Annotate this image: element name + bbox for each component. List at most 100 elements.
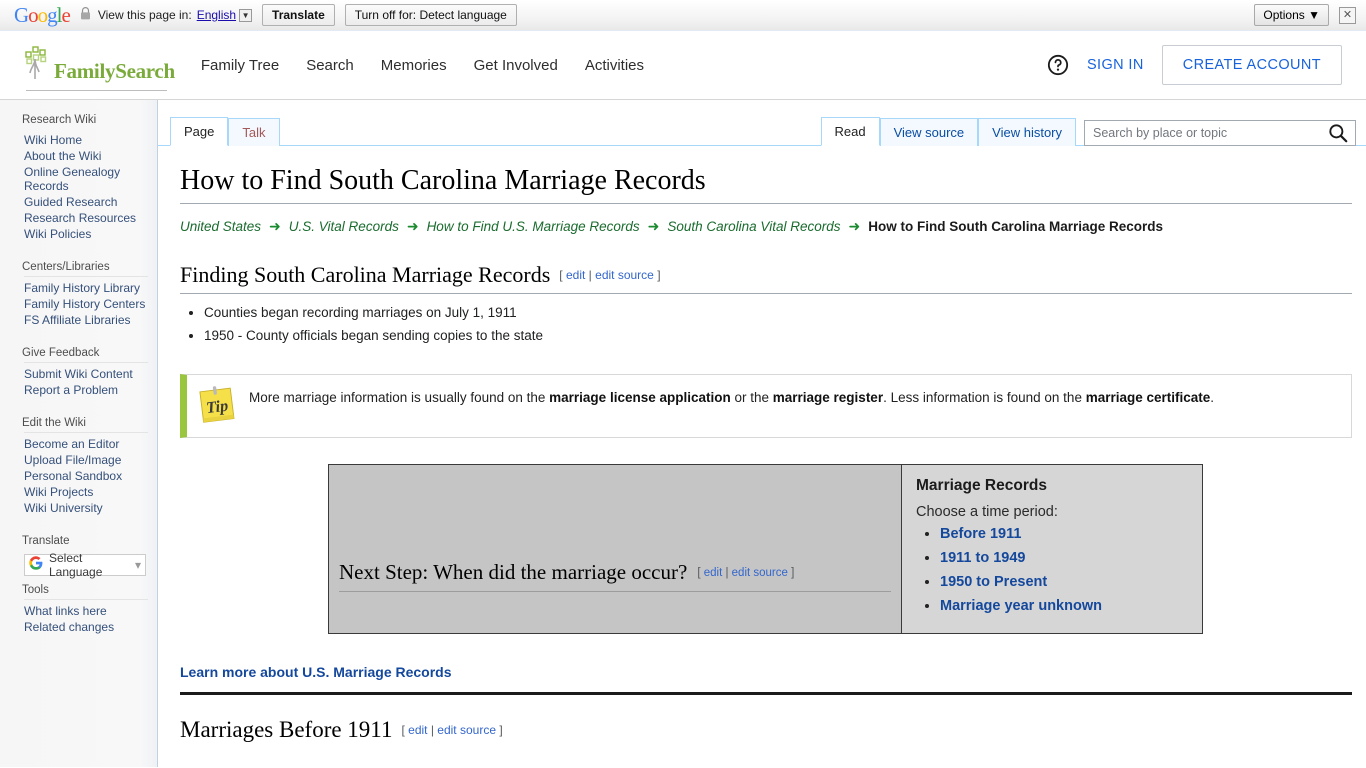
- sidebar-item-submit-wiki-content[interactable]: Submit Wiki Content: [24, 367, 148, 381]
- breadcrumb-how-to-find-us-marriage-records[interactable]: How to Find U.S. Marriage Records: [427, 219, 640, 234]
- sidebar-item-become-an-editor[interactable]: Become an Editor: [24, 437, 148, 451]
- sidebar-item-about-the-wiki[interactable]: About the Wiki: [24, 149, 148, 163]
- select-language-caret: ▾: [134, 558, 141, 572]
- sidebar-group-title: Give Feedback: [22, 347, 100, 359]
- list-item: 1911 to 1949: [940, 547, 1188, 570]
- list-item: 1950 to Present: [940, 571, 1188, 594]
- sidebar-group-tools: Tools What links here Related changes: [0, 580, 158, 646]
- sidebar-item-fs-affiliate-libraries[interactable]: FS Affiliate Libraries: [24, 313, 148, 327]
- next-step-panel: Next Step: When did the marriage occur? […: [328, 464, 901, 635]
- tip-part: . Less information is found on the: [883, 390, 1086, 406]
- sidebar-group-title: Centers/Libraries: [22, 261, 110, 273]
- edit-source-link[interactable]: edit source: [437, 723, 496, 737]
- select-language-widget[interactable]: Select Language ▾: [24, 551, 146, 579]
- sidebar-group-give-feedback: Give Feedback Submit Wiki Content Report…: [0, 343, 158, 409]
- breadcrumb-current: How to Find South Carolina Marriage Reco…: [868, 218, 1163, 234]
- search-box[interactable]: [1084, 120, 1356, 146]
- sidebar-item-related-changes[interactable]: Related changes: [24, 620, 148, 634]
- bracket-open: [: [559, 267, 563, 282]
- article-body: How to Find South Carolina Marriage Reco…: [158, 164, 1366, 749]
- search-icon[interactable]: [1327, 122, 1349, 144]
- translate-options-button[interactable]: Options ▼: [1254, 4, 1329, 26]
- list-item: FS Affiliate Libraries: [24, 313, 148, 327]
- learn-more-link[interactable]: Learn more about U.S. Marriage Records: [180, 664, 452, 680]
- tip-part-bold: marriage license application: [549, 390, 731, 406]
- tab-talk[interactable]: Talk: [228, 118, 280, 146]
- breadcrumb-south-carolina-vital-records[interactable]: South Carolina Vital Records: [667, 219, 840, 234]
- sidebar-group-edit-the-wiki: Edit the Wiki Become an Editor Upload Fi…: [0, 413, 158, 527]
- list-item: Counties began recording marriages on Ju…: [204, 302, 1352, 324]
- nav-activities[interactable]: Activities: [585, 57, 644, 74]
- sidebar: Research Wiki Wiki Home About the Wiki O…: [0, 100, 158, 767]
- nav-family-tree[interactable]: Family Tree: [201, 57, 279, 74]
- nav-search[interactable]: Search: [306, 57, 354, 74]
- list-item: Online Genealogy Records: [24, 165, 148, 193]
- familysearch-wordmark: FamilySearch: [54, 58, 175, 83]
- marriage-records-subtitle: Choose a time period:: [916, 504, 1058, 521]
- arrow-right-icon: ➜: [848, 217, 861, 234]
- learn-more-row: Learn more about U.S. Marriage Records: [180, 664, 1352, 696]
- next-step-heading: Next Step: When did the marriage occur? […: [339, 559, 891, 592]
- google-logo-letter: o: [28, 2, 38, 27]
- help-circle-icon[interactable]: [1047, 54, 1069, 76]
- time-period-before-1911[interactable]: Before 1911: [940, 526, 1021, 542]
- familysearch-logo[interactable]: FamilySearch: [22, 45, 175, 91]
- sidebar-item-guided-research[interactable]: Guided Research: [24, 195, 148, 209]
- sidebar-item-wiki-home[interactable]: Wiki Home: [24, 133, 148, 147]
- svg-text:Tip: Tip: [205, 397, 229, 418]
- arrow-right-icon: ➜: [406, 217, 419, 234]
- sidebar-item-wiki-policies[interactable]: Wiki Policies: [24, 227, 148, 241]
- sidebar-item-wiki-university[interactable]: Wiki University: [24, 501, 148, 515]
- edit-link[interactable]: edit: [566, 268, 585, 282]
- edit-source-link[interactable]: edit source: [595, 268, 654, 282]
- translate-language-link[interactable]: English: [197, 8, 236, 22]
- google-g-icon: [29, 555, 43, 575]
- list-item: What links here: [24, 604, 148, 618]
- breadcrumb-united-states[interactable]: United States: [180, 219, 261, 234]
- breadcrumb-us-vital-records[interactable]: U.S. Vital Records: [289, 219, 399, 234]
- sidebar-item-report-a-problem[interactable]: Report a Problem: [24, 383, 148, 397]
- edit-link[interactable]: edit: [704, 567, 723, 579]
- sidebar-group-title: Edit the Wiki: [22, 417, 86, 429]
- sidebar-item-family-history-centers[interactable]: Family History Centers: [24, 297, 148, 311]
- list-item: Become an Editor: [24, 437, 148, 451]
- sidebar-item-research-resources[interactable]: Research Resources: [24, 211, 148, 225]
- translate-button[interactable]: Translate: [262, 4, 335, 26]
- sidebar-item-wiki-projects[interactable]: Wiki Projects: [24, 485, 148, 499]
- page-title: How to Find South Carolina Marriage Reco…: [180, 164, 1352, 204]
- section-heading-finding-sc-marriage-records: Finding South Carolina Marriage Records […: [180, 261, 1352, 295]
- section-heading-text: Marriages Before 1911: [180, 717, 393, 743]
- tab-page[interactable]: Page: [170, 117, 229, 146]
- breadcrumb: United States ➜ U.S. Vital Records ➜ How to …: [180, 208, 1352, 239]
- facts-list: Counties began recording marriages on Ju…: [180, 302, 1352, 347]
- edit-source-link[interactable]: edit source: [732, 567, 788, 579]
- search-input[interactable]: [1085, 126, 1327, 140]
- sidebar-item-what-links-here[interactable]: What links here: [24, 604, 148, 618]
- main-nav: Family Tree Search Memories Get Involved…: [201, 57, 644, 74]
- arrow-right-icon: ➜: [269, 217, 281, 234]
- nav-memories[interactable]: Memories: [381, 57, 447, 74]
- sign-in-button[interactable]: SIGN IN: [1087, 57, 1144, 73]
- close-icon[interactable]: ✕: [1339, 6, 1356, 24]
- edit-link[interactable]: edit: [408, 723, 427, 737]
- edit-links: [ edit | edit source ]: [697, 566, 795, 579]
- tab-read[interactable]: Read: [820, 117, 880, 146]
- tip-part: or the: [730, 390, 773, 406]
- time-period-year-unknown[interactable]: Marriage year unknown: [940, 598, 1102, 614]
- chevron-down-icon[interactable]: ▼: [239, 8, 253, 22]
- sidebar-list: Become an Editor Upload File/Image Perso…: [24, 432, 148, 527]
- turn-off-translate-button[interactable]: Turn off for: Detect language: [344, 4, 517, 26]
- tab-view-source[interactable]: View source: [879, 118, 979, 146]
- list-item: Wiki Home: [24, 133, 148, 147]
- time-period-1911-to-1949[interactable]: 1911 to 1949: [940, 550, 1025, 566]
- sidebar-item-online-genealogy-records[interactable]: Online Genealogy Records: [24, 165, 148, 193]
- sidebar-item-upload-file-image[interactable]: Upload File/Image: [24, 453, 148, 467]
- sidebar-item-family-history-library[interactable]: Family History Library: [24, 281, 148, 295]
- sidebar-item-personal-sandbox[interactable]: Personal Sandbox: [24, 469, 148, 483]
- create-account-button[interactable]: CREATE ACCOUNT: [1161, 45, 1342, 85]
- nav-get-involved[interactable]: Get Involved: [474, 57, 558, 74]
- tab-view-history[interactable]: View history: [978, 118, 1076, 146]
- list-item: Submit Wiki Content: [24, 367, 148, 381]
- time-period-1950-to-present[interactable]: 1950 to Present: [940, 574, 1047, 590]
- list-item: Before 1911: [940, 523, 1188, 546]
